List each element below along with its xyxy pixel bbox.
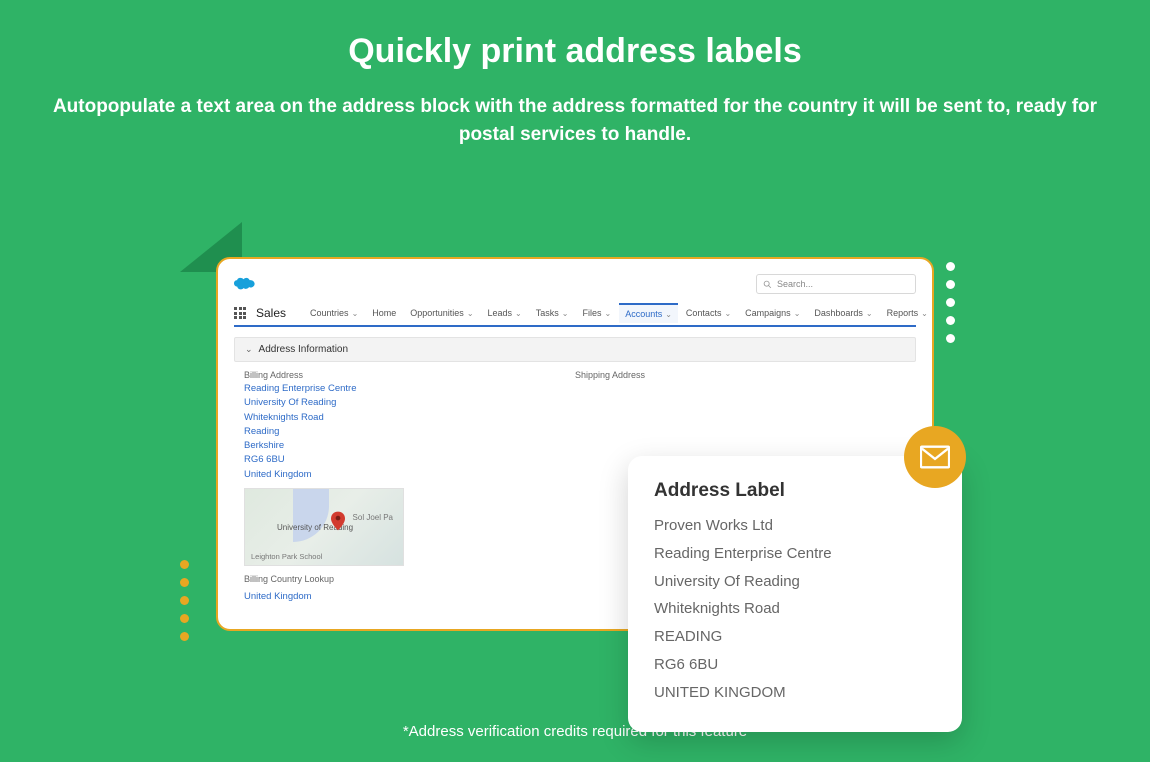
tab-opportunities[interactable]: Opportunities⌄ — [404, 304, 479, 322]
section-header[interactable]: ⌄ Address Information — [234, 337, 916, 362]
app-name: Sales — [256, 306, 286, 320]
search-icon — [763, 280, 772, 289]
map-label-right: Sol Joel Pa — [353, 513, 393, 522]
tab-label: Files — [582, 308, 601, 318]
tab-label: Leads — [488, 308, 513, 318]
address-line[interactable]: Whiteknights Road — [244, 411, 575, 425]
chevron-down-icon: ⌄ — [515, 309, 522, 318]
tab-home[interactable]: Home — [366, 304, 402, 322]
address-line[interactable]: Berkshire — [244, 439, 575, 453]
page-subtitle: Autopopulate a text area on the address … — [0, 93, 1150, 148]
label-line: UNITED KINGDOM — [654, 679, 936, 707]
page-title: Quickly print address labels — [0, 0, 1150, 71]
section-title: Address Information — [259, 344, 349, 355]
tab-dashboards[interactable]: Dashboards⌄ — [808, 304, 878, 322]
salesforce-cloud-icon — [234, 274, 256, 295]
chevron-down-icon: ⌄ — [665, 310, 672, 319]
tab-label: Home — [372, 308, 396, 318]
chevron-down-icon: ⌄ — [467, 309, 474, 318]
app-launcher-icon[interactable] — [234, 307, 246, 319]
address-line[interactable]: Reading — [244, 425, 575, 439]
footnote: *Address verification credits required f… — [0, 723, 1150, 740]
tab-label: Reports — [887, 308, 919, 318]
decorative-dots-right — [946, 262, 955, 343]
address-line[interactable]: RG6 6BU — [244, 453, 575, 467]
decorative-dots-left — [180, 560, 189, 641]
tab-leads[interactable]: Leads⌄ — [482, 304, 528, 322]
tab-reports[interactable]: Reports⌄ — [881, 304, 934, 322]
address-line[interactable]: University Of Reading — [244, 396, 575, 410]
map-label-bottom: Leighton Park School — [251, 552, 322, 561]
chevron-down-icon: ⌄ — [866, 309, 873, 318]
label-line: RG6 6BU — [654, 651, 936, 679]
tab-contacts[interactable]: Contacts⌄ — [680, 304, 737, 322]
address-line[interactable]: United Kingdom — [244, 468, 575, 482]
address-label-card: Address Label Proven Works LtdReading En… — [628, 456, 962, 732]
shipping-address-label: Shipping Address — [575, 370, 906, 380]
chevron-down-icon: ⌄ — [352, 309, 359, 318]
search-placeholder: Search... — [777, 279, 813, 289]
label-line: Reading Enterprise Centre — [654, 540, 936, 568]
tab-files[interactable]: Files⌄ — [576, 304, 617, 322]
chevron-down-icon: ⌄ — [921, 309, 928, 318]
chevron-down-icon: ⌄ — [724, 309, 731, 318]
search-input[interactable]: Search... — [756, 274, 916, 294]
mail-icon — [904, 426, 966, 488]
tab-tasks[interactable]: Tasks⌄ — [530, 304, 575, 322]
label-line: READING — [654, 623, 936, 651]
label-line: Whiteknights Road — [654, 595, 936, 623]
address-label-title: Address Label — [654, 480, 936, 502]
chevron-down-icon: ⌄ — [794, 309, 801, 318]
tab-accounts[interactable]: Accounts⌄ — [619, 303, 678, 323]
address-line[interactable]: Reading Enterprise Centre — [244, 382, 575, 396]
tab-label: Opportunities — [410, 308, 464, 318]
tab-label: Contacts — [686, 308, 722, 318]
billing-address-label: Billing Address — [244, 370, 575, 380]
chevron-down-icon: ⌄ — [245, 344, 253, 355]
tab-label: Campaigns — [745, 308, 791, 318]
tab-label: Dashboards — [814, 308, 863, 318]
tab-label: Tasks — [536, 308, 559, 318]
chevron-down-icon: ⌄ — [562, 309, 569, 318]
tab-countries[interactable]: Countries⌄ — [304, 304, 364, 322]
label-line: Proven Works Ltd — [654, 512, 936, 540]
tab-campaigns[interactable]: Campaigns⌄ — [739, 304, 806, 322]
map-pin-icon — [331, 511, 345, 531]
country-lookup-value[interactable]: United Kingdom — [244, 591, 312, 602]
map-preview[interactable]: University of Reading Sol Joel Pa Leight… — [244, 488, 404, 566]
label-line: University Of Reading — [654, 568, 936, 596]
chevron-down-icon: ⌄ — [604, 309, 611, 318]
tab-label: Countries — [310, 308, 349, 318]
tab-label: Accounts — [625, 309, 662, 319]
